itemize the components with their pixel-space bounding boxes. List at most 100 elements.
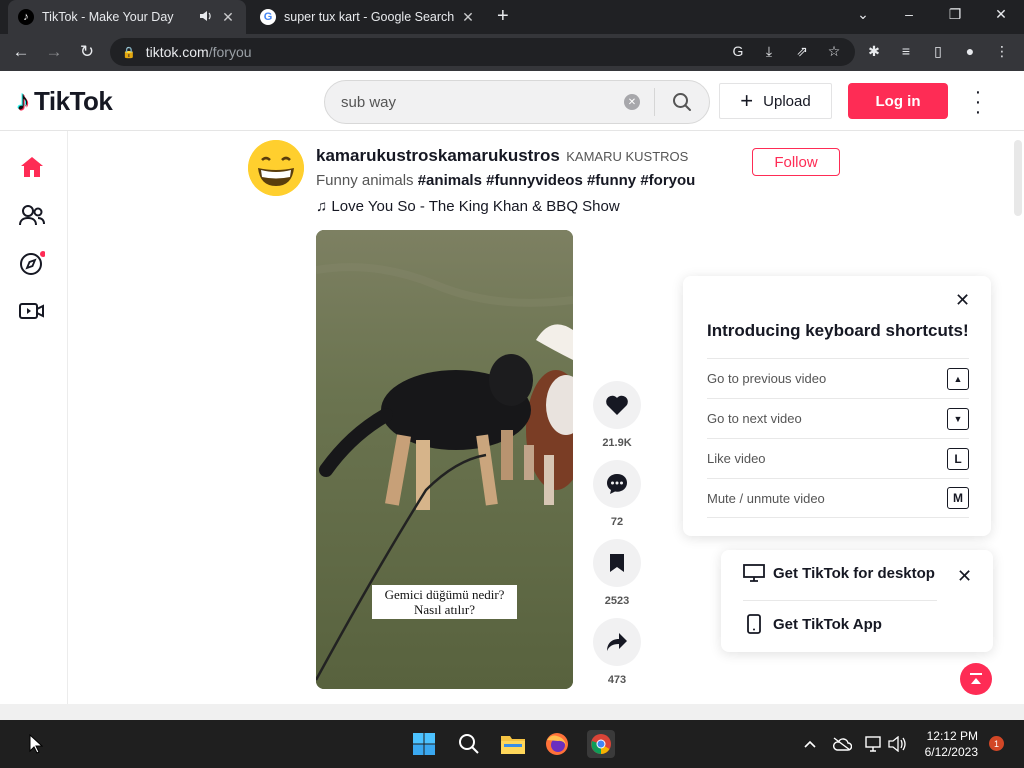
file-explorer-icon[interactable] (499, 730, 527, 758)
close-icon[interactable]: ✕ (957, 566, 972, 587)
tiktok-note-icon: ♪ (16, 85, 30, 116)
chrome-menu-icon[interactable]: ⋮ (992, 43, 1012, 60)
live-icon[interactable] (18, 297, 46, 325)
cloud-offline-icon[interactable] (828, 730, 856, 758)
more-options-icon[interactable]: · · · (968, 82, 988, 122)
comment-button[interactable] (593, 460, 641, 508)
divider (743, 600, 937, 601)
mouse-cursor-icon (22, 730, 50, 758)
tab-google-search[interactable]: G super tux kart - Google Search ✕ (250, 0, 486, 34)
video-player[interactable]: Gemici düğümü nedir? Nasıl atılır? (316, 230, 573, 689)
shortcut-row: Go to next video ▼ (707, 398, 969, 438)
search-icon (673, 93, 691, 111)
follow-button[interactable]: Follow (752, 148, 840, 176)
bookmark-icon (610, 554, 624, 572)
save-action: 2523 (593, 539, 641, 607)
logo-text: TikTok (34, 85, 113, 116)
google-favicon-icon: G (260, 9, 276, 25)
tab-title: super tux kart - Google Search (284, 10, 455, 24)
tab-title: TikTok - Make Your Day (42, 10, 174, 24)
close-tab-icon[interactable]: ✕ (460, 9, 476, 26)
comment-icon (607, 474, 627, 494)
keyboard-shortcuts-popup: ✕ Introducing keyboard shortcuts! Go to … (683, 276, 991, 536)
clock-date: 6/12/2023 (924, 745, 978, 759)
google-lens-icon[interactable]: G (728, 43, 748, 59)
get-app-link[interactable]: Get TikTok App (743, 614, 882, 634)
author-avatar[interactable] (248, 140, 304, 196)
search-bar: ✕ (324, 80, 710, 124)
side-panel-icon[interactable]: ▯ (928, 43, 948, 60)
share-icon[interactable]: ⇗ (792, 43, 812, 60)
author-nickname[interactable]: KAMARU KUSTROS (566, 149, 688, 164)
like-button[interactable] (593, 381, 641, 429)
get-desktop-label: Get TikTok for desktop (773, 564, 935, 582)
minimize-button[interactable]: – (894, 6, 924, 22)
tiktok-logo[interactable]: ♪ TikTok (16, 85, 113, 117)
explore-icon[interactable] (18, 249, 46, 277)
tab-tiktok[interactable]: ♪ TikTok - Make Your Day ✕ (8, 0, 246, 34)
new-tab-button[interactable]: + (497, 6, 509, 26)
profile-icon[interactable]: ● (960, 43, 980, 59)
following-icon[interactable] (18, 201, 46, 229)
music-note-icon: ♫ (316, 198, 328, 215)
notification-badge[interactable]: 1 (989, 736, 1004, 751)
caption-text: Funny animals (316, 172, 414, 189)
restore-button[interactable]: ❐ (940, 6, 970, 23)
tiktok-header: ♪ TikTok ✕ + Upload Log in ··· (0, 71, 1024, 131)
comment-action: 72 (593, 460, 641, 528)
save-button[interactable] (593, 539, 641, 587)
shortcut-label: Like video (707, 451, 766, 466)
hashtag-link[interactable]: #foryou (640, 172, 695, 189)
chrome-taskbar-icon[interactable] (587, 730, 615, 758)
forward-button[interactable]: → (43, 42, 65, 62)
music-title: Love You So - The King Khan & BBQ Show (331, 198, 620, 215)
upload-label: Upload (763, 92, 811, 110)
sidebar (0, 131, 68, 704)
close-tab-icon[interactable]: ✕ (220, 9, 236, 26)
extensions-icon[interactable]: ✱ (864, 43, 884, 60)
windows-taskbar (0, 720, 1024, 768)
music-link[interactable]: ♫ Love You So - The King Khan & BBQ Show (316, 198, 620, 215)
page-scrollbar[interactable] (1014, 140, 1022, 216)
hashtag-link[interactable]: #funnyvideos (486, 172, 583, 189)
speaker-icon[interactable] (198, 9, 214, 25)
windows-start-icon[interactable] (410, 730, 438, 758)
scroll-to-top-button[interactable] (960, 663, 992, 695)
bookmark-star-icon[interactable]: ☆ (824, 43, 844, 60)
home-icon[interactable] (18, 153, 46, 181)
volume-icon[interactable] (883, 730, 911, 758)
media-controls-icon[interactable]: ≡ (896, 43, 916, 59)
author-username[interactable]: kamarukustroskamarukustros (316, 146, 560, 165)
hashtag-link[interactable]: #funny (587, 172, 636, 189)
install-app-icon[interactable]: ⤓ (759, 43, 779, 60)
back-button[interactable]: ← (10, 42, 32, 62)
reload-button[interactable]: ↻ (76, 42, 98, 62)
system-clock[interactable]: 12:12 PM 6/12/2023 (914, 728, 978, 760)
tab-search-icon[interactable]: ⌄ (848, 6, 878, 23)
shortcut-label: Mute / unmute video (707, 490, 825, 506)
upload-button[interactable]: + Upload (719, 83, 832, 119)
firefox-icon[interactable] (543, 730, 571, 758)
plus-icon: + (740, 88, 754, 113)
login-button[interactable]: Log in (848, 83, 948, 119)
arrow-up-icon (970, 673, 982, 684)
search-button[interactable] (655, 92, 709, 112)
heart-icon (606, 395, 628, 415)
clear-search-icon[interactable]: ✕ (624, 94, 640, 110)
video-caption-line: Nasıl atılır? (413, 602, 475, 617)
get-desktop-link[interactable]: Get TikTok for desktop (743, 564, 935, 582)
search-icon[interactable] (455, 730, 483, 758)
hashtag-link[interactable]: #animals (418, 172, 482, 189)
m-key-icon: M (947, 487, 969, 509)
shortcut-label: Go to next video (707, 411, 802, 426)
url-host: tiktok.com (145, 44, 209, 60)
browser-tab-strip: ♪ TikTok - Make Your Day ✕ G super tux k… (0, 0, 1024, 34)
tray-chevron-icon[interactable] (796, 730, 824, 758)
browser-toolbar: ← → ↻ 🔒 tiktok.com/foryou G ⤓ ⇗ ☆ ✱ ≡ ▯ … (0, 34, 1024, 71)
close-icon[interactable]: ✕ (955, 290, 970, 311)
close-window-button[interactable]: ✕ (986, 6, 1016, 23)
shortcuts-title: Introducing keyboard shortcuts! (707, 321, 969, 340)
l-key-icon: L (947, 447, 969, 470)
share-button[interactable] (593, 618, 641, 666)
search-input[interactable] (325, 81, 624, 123)
